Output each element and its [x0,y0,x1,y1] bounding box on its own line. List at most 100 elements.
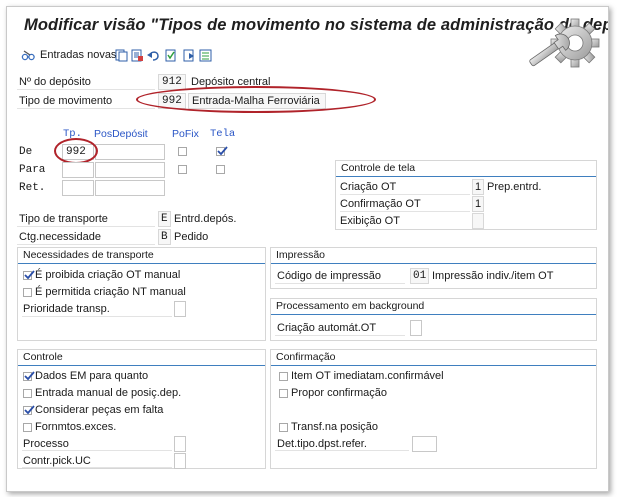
det-tipo-field[interactable] [412,436,437,452]
tipo-transporte-desc: Entrd.depós. [174,213,237,225]
prioridade-field[interactable] [174,301,186,317]
entradas-novas-button[interactable]: Entradas novas [40,49,116,61]
criacao-ot-field: 1 [472,179,484,195]
controle-tela-header: Controle de tela [336,161,596,177]
col-tela-header: Tela [210,128,236,140]
controle-tela-title: Controle de tela [341,162,416,174]
confirmacao-group: Confirmação Item OT imediatam.confirmáve… [270,349,597,469]
codigo-impressao-desc: Impressão indiv./item OT [432,270,554,282]
considerar-label: Considerar peças em falta [35,404,164,416]
confirmacao-ot-label: Confirmação OT [340,198,421,210]
contr-pick-field[interactable] [174,453,186,469]
processo-label: Processo [23,438,69,450]
confirmacao-ot-field: 1 [472,196,484,212]
tipo-transporte-field: E [158,211,171,227]
item-ot-checkbox[interactable] [279,372,288,381]
row-separator [22,450,172,451]
necessidades-title: Necessidades de transporte [23,249,154,261]
col-posdeposit-header: PosDepósit [94,128,148,140]
item-ot-label: Item OT imediatam.confirmável [291,370,444,382]
impressao-header: Impressão [271,248,596,264]
ctg-necessidade-field: B [158,229,171,245]
criacao-ot-label: Criação OT [340,181,397,193]
glasses-edit-icon[interactable] [21,49,35,62]
impressao-title: Impressão [276,249,326,261]
de-pofix-checkbox[interactable] [178,147,187,156]
de-posdeposit-field[interactable] [95,144,165,160]
tipo-movimento-label: Tipo de movimento [19,95,113,107]
tipo-transporte-label: Tipo de transporte [19,213,108,225]
considerar-checkbox[interactable] [23,405,35,415]
permitida-label: É permitida criação NT manual [35,286,186,298]
ret-tp-field[interactable] [62,180,94,196]
para-tp-field[interactable] [62,162,94,178]
delete-icon[interactable] [131,49,144,62]
toolbar: Entradas novas [7,45,608,67]
transf-checkbox[interactable] [279,423,288,432]
page-title: Modificar visão "Tipos de movimento no s… [24,16,609,34]
necessidades-header: Necessidades de transporte [18,248,265,264]
criacao-ot-desc: Prep.entrd. [487,181,542,193]
transf-label: Transf.na posição [291,421,379,433]
controle-group: Controle Dados EM para quanto Entrada ma… [17,349,266,469]
ret-posdeposit-field[interactable] [95,180,165,196]
fornmtos-checkbox[interactable] [23,423,32,432]
row-separator [275,335,405,336]
row-separator [275,450,409,451]
prioridade-label: Prioridade transp. [23,303,110,315]
para-pofix-checkbox[interactable] [178,165,187,174]
propor-label: Propor confirmação [291,387,387,399]
row-separator [17,108,155,109]
para-tela-checkbox[interactable] [216,165,225,174]
ctg-necessidade-label: Ctg.necessidade [19,231,101,243]
criacao-automat-field[interactable] [410,320,422,336]
background-title: Processamento em background [276,300,425,312]
deposito-label: Nº do depósito [19,76,91,88]
background-group: Processamento em background Criação auto… [270,298,597,341]
select-all-icon[interactable] [164,49,177,62]
de-tela-checkbox[interactable] [216,146,228,156]
proibida-label: É proibida criação OT manual [35,269,181,281]
highlight-oval [54,138,98,164]
processo-field[interactable] [174,436,186,452]
entrada-manual-label: Entrada manual de posiç.dep. [35,387,182,399]
row-separator [17,244,155,245]
row-separator [17,226,155,227]
row-de-label: De [19,146,33,158]
confirmacao-header: Confirmação [271,350,596,366]
undo-icon[interactable] [147,49,160,62]
dados-em-label: Dados EM para quanto [35,370,149,382]
row-separator [22,467,172,468]
row-separator [22,316,172,317]
background-header: Processamento em background [271,299,596,315]
controle-tela-group: Controle de tela Criação OT 1 Prep.entrd… [335,160,597,230]
proibida-checkbox[interactable] [23,270,35,280]
confirmacao-title: Confirmação [276,351,336,363]
deselect-all-icon[interactable] [199,49,212,62]
copy-icon[interactable] [115,49,128,62]
criacao-automat-label: Criação automát.OT [277,322,377,334]
row-separator [275,283,405,284]
exibicao-ot-field [472,213,484,229]
select-block-icon[interactable] [183,49,196,62]
permitida-checkbox[interactable] [23,288,32,297]
det-tipo-label: Det.tipo.dpst.refer. [277,438,367,450]
codigo-impressao-label: Código de impressão [277,270,381,282]
contr-pick-label: Contr.pick.UC [23,455,91,467]
dados-em-checkbox[interactable] [23,371,35,381]
ctg-necessidade-desc: Pedido [174,231,209,243]
deposito-field: 912 [158,74,186,90]
entrada-manual-checkbox[interactable] [23,389,32,398]
propor-checkbox[interactable] [279,389,288,398]
row-separator [17,89,155,90]
fornmtos-label: Fornmtos.exces. [35,421,117,433]
row-separator [340,194,470,195]
necessidades-group: Necessidades de transporte É proibida cr… [17,247,266,341]
controle-header: Controle [18,350,265,366]
para-posdeposit-field[interactable] [95,162,165,178]
sap-window: Modificar visão "Tipos de movimento no s… [6,6,609,492]
col-pofix-header: PoFix [172,128,199,140]
row-para-label: Para [19,164,46,176]
impressao-group: Impressão Código de impressão 01 Impress… [270,247,597,289]
codigo-impressao-field: 01 [410,268,429,284]
